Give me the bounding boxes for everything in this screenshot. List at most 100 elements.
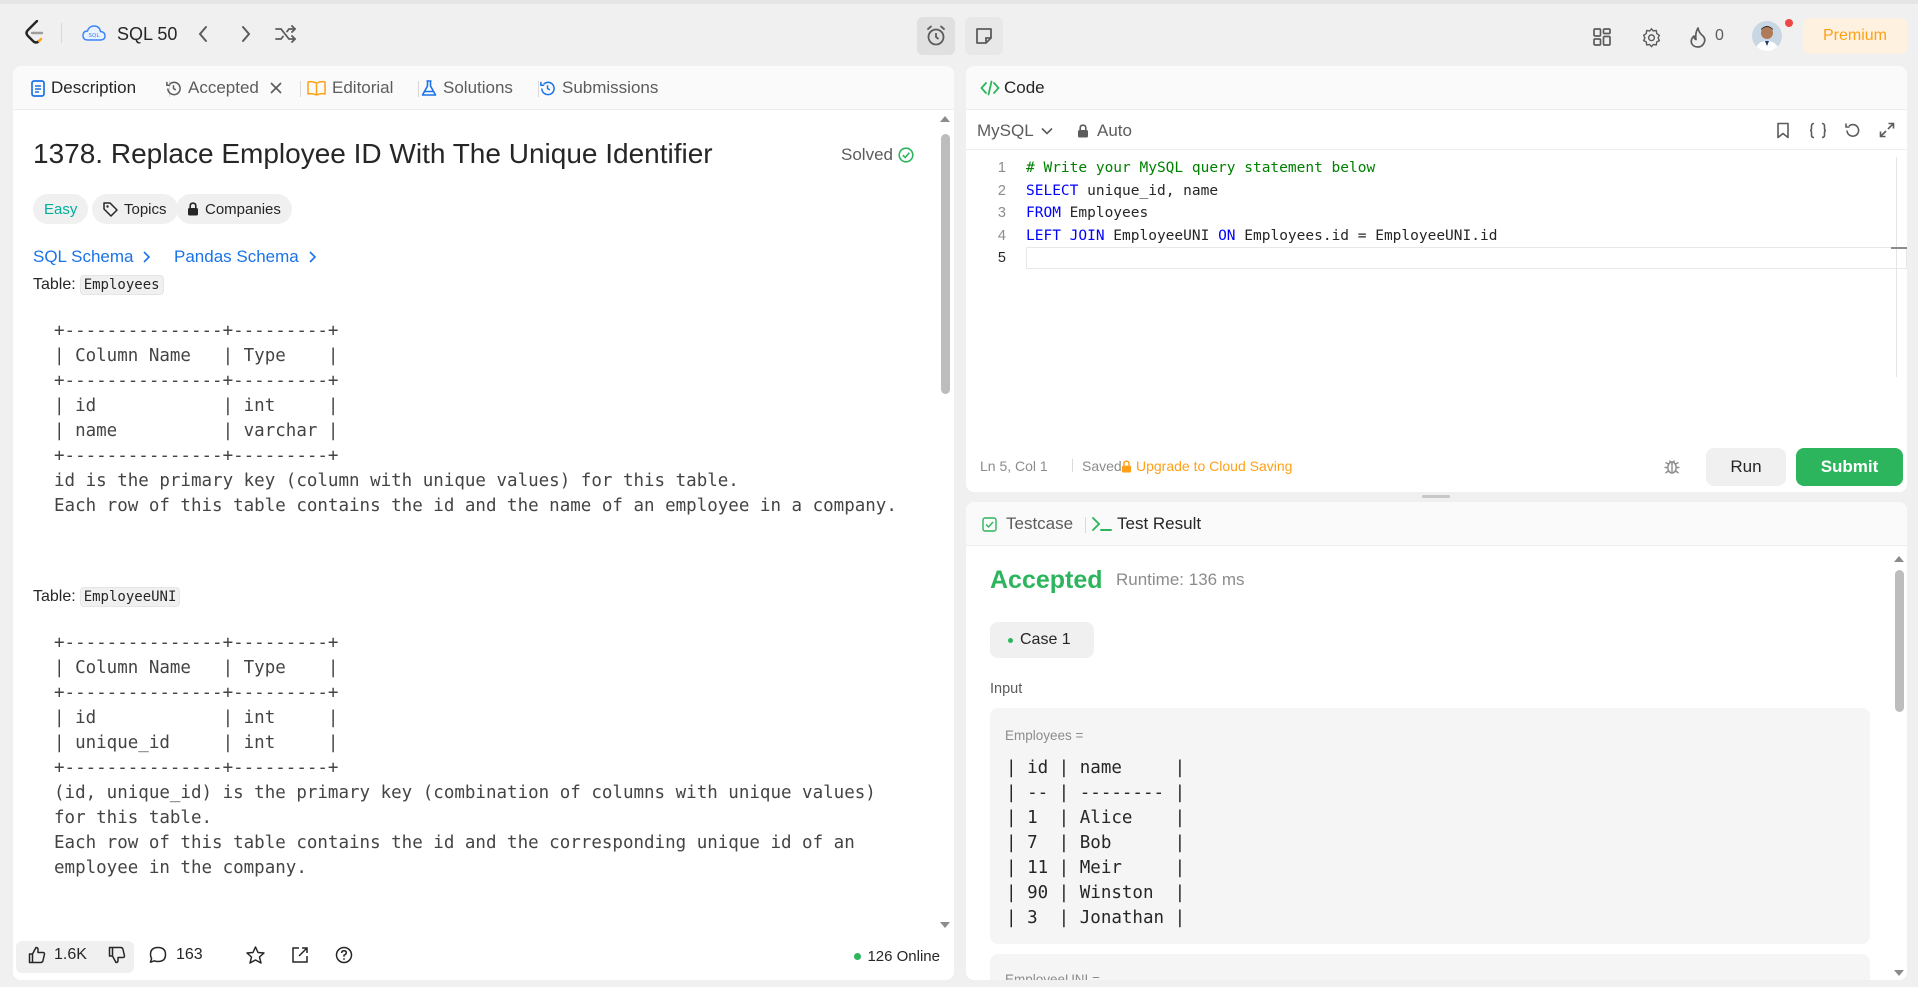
topics-button[interactable]: Topics bbox=[92, 194, 178, 224]
upgrade-label: Upgrade to Cloud Saving bbox=[1136, 458, 1293, 474]
solved-status: Solved bbox=[841, 145, 914, 165]
history-icon bbox=[166, 81, 181, 95]
input-var-value: | id | name | | -- | -------- | | 1 | Al… bbox=[1006, 758, 1186, 928]
share-icon[interactable] bbox=[291, 946, 309, 967]
runtime-text: Runtime: 136 ms bbox=[1116, 570, 1245, 589]
scroll-down-icon[interactable] bbox=[939, 920, 951, 930]
tab-test-result-label: Test Result bbox=[1117, 514, 1202, 533]
code-text: EmployeeUNI bbox=[1104, 227, 1219, 244]
panel-resize-handle[interactable] bbox=[1422, 495, 1450, 498]
tab-description[interactable]: Description bbox=[31, 66, 136, 110]
sql-schema-link[interactable]: SQL Schema bbox=[33, 247, 151, 267]
leetcode-logo[interactable] bbox=[22, 18, 48, 48]
tab-test-result[interactable]: Test Result bbox=[1091, 502, 1201, 546]
editor-scrollbar[interactable] bbox=[1896, 157, 1897, 377]
pandas-schema-link[interactable]: Pandas Schema bbox=[174, 247, 317, 267]
scroll-up-icon[interactable] bbox=[939, 114, 951, 124]
code-panel: Code MySQL Auto 1 2 3 4 5 # Write your M… bbox=[966, 66, 1907, 492]
chevron-right-icon bbox=[143, 251, 151, 263]
sql-schema-label: SQL Schema bbox=[33, 247, 134, 266]
close-tab-icon[interactable] bbox=[269, 66, 289, 110]
result-status: Accepted bbox=[990, 566, 1103, 594]
input-label: Input bbox=[990, 681, 1023, 697]
avatar[interactable] bbox=[1752, 21, 1782, 51]
layout-icon[interactable] bbox=[1591, 26, 1613, 48]
table-name-code: Employees bbox=[79, 275, 164, 295]
tab-code-label: Code bbox=[1004, 78, 1045, 97]
code-line: SELECT unique_id, name bbox=[1026, 180, 1218, 203]
settings-gear-icon[interactable] bbox=[1640, 26, 1662, 48]
run-button[interactable]: Run bbox=[1706, 448, 1786, 486]
submit-button[interactable]: Submit bbox=[1796, 448, 1903, 486]
history-icon bbox=[540, 81, 555, 95]
reset-icon[interactable] bbox=[1843, 121, 1861, 139]
problem-list-title[interactable]: SQL 50 bbox=[117, 24, 177, 45]
code-keyword: FROM bbox=[1026, 205, 1061, 222]
cursor-position: Ln 5, Col 1 bbox=[980, 458, 1048, 474]
input-var-box: Employees = | id | name | | -- | -------… bbox=[990, 708, 1870, 944]
line-number: 5 bbox=[997, 250, 1006, 267]
description-footer: 1.6K 163 126 Online bbox=[13, 934, 954, 980]
comments-button[interactable]: 163 bbox=[149, 946, 203, 964]
input-var-name: EmployeeUNI = bbox=[1005, 972, 1100, 980]
result-scrollbar[interactable] bbox=[1893, 554, 1905, 978]
case-tab[interactable]: Case 1 bbox=[990, 622, 1094, 658]
description-panel: Description Accepted Editorial Solutions… bbox=[13, 66, 954, 980]
notes-button[interactable] bbox=[965, 17, 1003, 55]
star-icon[interactable] bbox=[246, 946, 265, 967]
language-select[interactable]: MySQL bbox=[977, 121, 1053, 141]
test-result-panel: Testcase Test Result Accepted Runtime: 1… bbox=[966, 502, 1907, 980]
code-comment: # Write your MySQL query statement below bbox=[1026, 160, 1376, 176]
sql-cloud-icon: SQL bbox=[82, 23, 106, 43]
code-editor[interactable]: 1 2 3 4 5 # Write your MySQL query state… bbox=[966, 157, 1907, 377]
code-icon bbox=[980, 80, 1000, 96]
checkbox-icon bbox=[982, 516, 997, 532]
shuffle-icon[interactable] bbox=[274, 24, 298, 44]
scroll-down-icon[interactable] bbox=[1893, 968, 1905, 978]
table-schema-block: +---------------+---------+ | Column Nam… bbox=[54, 633, 876, 878]
timer-button[interactable] bbox=[917, 17, 955, 55]
upgrade-cloud-link[interactable]: Upgrade to Cloud Saving bbox=[1121, 458, 1292, 474]
expand-icon[interactable] bbox=[1878, 121, 1896, 139]
tab-solutions[interactable]: Solutions bbox=[421, 66, 513, 110]
streak-count: 0 bbox=[1715, 27, 1724, 44]
scroll-up-icon[interactable] bbox=[1893, 554, 1905, 564]
code-line: FROM Employees bbox=[1026, 202, 1148, 225]
companies-button[interactable]: Companies bbox=[176, 194, 292, 224]
chevron-left-icon[interactable] bbox=[193, 24, 213, 44]
tab-editorial[interactable]: Editorial bbox=[307, 66, 393, 110]
dislike-button[interactable] bbox=[108, 946, 126, 967]
terminal-icon bbox=[1092, 517, 1112, 531]
scrollbar[interactable] bbox=[939, 114, 951, 930]
table-prefix: Table: bbox=[33, 588, 76, 605]
thumbs-down-icon bbox=[108, 946, 126, 964]
format-braces-icon[interactable] bbox=[1808, 121, 1828, 139]
code-keyword: ON bbox=[1218, 227, 1236, 244]
help-icon[interactable] bbox=[335, 946, 353, 967]
tab-accepted[interactable]: Accepted bbox=[165, 66, 259, 110]
left-tab-bar: Description Accepted Editorial Solutions… bbox=[13, 66, 954, 110]
tab-testcase[interactable]: Testcase bbox=[982, 502, 1073, 546]
streak-fire-icon[interactable] bbox=[1688, 26, 1708, 48]
comment-icon bbox=[149, 946, 167, 963]
book-icon bbox=[307, 80, 326, 96]
scrollbar-thumb[interactable] bbox=[941, 134, 950, 394]
like-button[interactable]: 1.6K bbox=[28, 946, 87, 964]
bookmark-icon[interactable] bbox=[1774, 121, 1792, 139]
pandas-schema-label: Pandas Schema bbox=[174, 247, 299, 266]
code-text: unique_id, name bbox=[1078, 182, 1219, 199]
tab-submissions[interactable]: Submissions bbox=[539, 66, 658, 110]
auto-label: Auto bbox=[1097, 121, 1132, 140]
premium-button[interactable]: Premium bbox=[1803, 18, 1907, 54]
auto-mode[interactable]: Auto bbox=[1077, 121, 1132, 141]
check-circle-icon bbox=[898, 147, 914, 163]
difficulty-badge: Easy bbox=[33, 194, 89, 224]
code-keyword: LEFT JOIN bbox=[1026, 227, 1105, 244]
lock-icon bbox=[1121, 459, 1132, 472]
chevron-right-icon[interactable] bbox=[236, 24, 256, 44]
svg-text:SQL: SQL bbox=[89, 33, 101, 39]
scrollbar-thumb[interactable] bbox=[1895, 570, 1904, 712]
debug-bug-icon[interactable] bbox=[1661, 455, 1683, 477]
tab-code[interactable]: Code bbox=[980, 66, 1045, 110]
line-number: 2 bbox=[997, 182, 1006, 199]
